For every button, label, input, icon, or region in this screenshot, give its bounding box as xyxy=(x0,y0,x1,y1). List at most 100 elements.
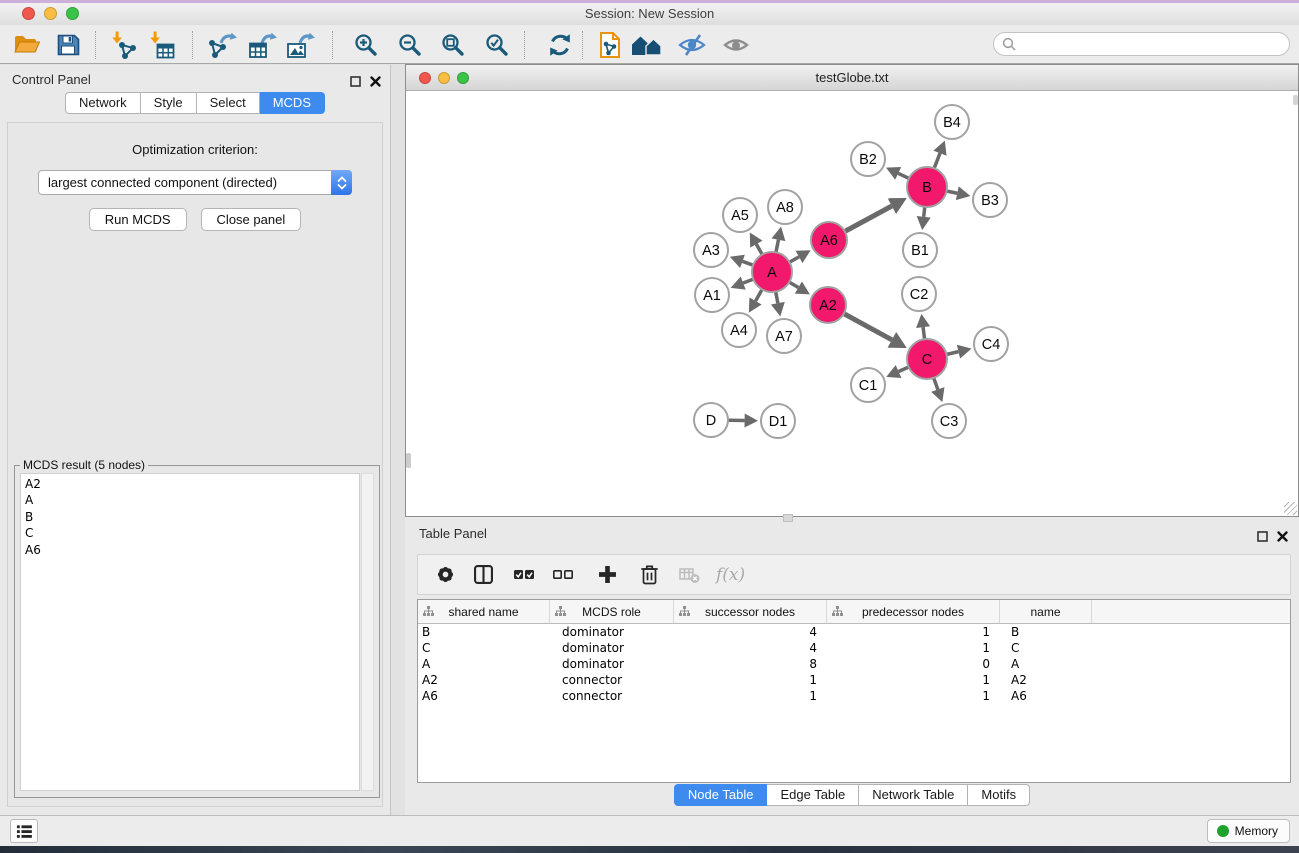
window-title: Session: New Session xyxy=(0,3,1299,25)
graph-node-C3[interactable]: C3 xyxy=(932,404,966,438)
import-network-icon[interactable] xyxy=(106,29,140,61)
tab-node-table[interactable]: Node Table xyxy=(674,784,768,806)
column-header-name[interactable]: name xyxy=(1000,600,1092,623)
zoom-in-icon[interactable] xyxy=(349,29,383,61)
run-mcds-button[interactable]: Run MCDS xyxy=(89,208,187,231)
graph-node-B[interactable]: B xyxy=(907,167,947,207)
optimization-criterion-dropdown[interactable]: largest connected component (directed) xyxy=(38,170,352,195)
import-table-icon[interactable] xyxy=(144,29,178,61)
graph-node-A[interactable]: A xyxy=(752,252,792,292)
tab-network[interactable]: Network xyxy=(65,92,141,114)
eye-icon[interactable] xyxy=(719,29,753,61)
table-cell: 8 xyxy=(674,656,827,672)
task-history-button[interactable] xyxy=(10,819,38,843)
frame-close-button[interactable] xyxy=(419,72,431,84)
float-table-panel-icon[interactable] xyxy=(1257,529,1268,547)
frame-resize-grip[interactable] xyxy=(1284,502,1297,515)
float-panel-icon[interactable] xyxy=(350,74,361,92)
table-row[interactable]: Bdominator41B xyxy=(418,624,1290,640)
memory-button[interactable]: Memory xyxy=(1207,819,1290,843)
deselect-all-icon[interactable] xyxy=(551,567,575,582)
table-row[interactable]: Cdominator41C xyxy=(418,640,1290,656)
optimization-criterion-label: Optimization criterion: xyxy=(8,142,382,157)
hide-eye-icon[interactable] xyxy=(675,29,709,61)
mcds-result-item[interactable]: A6 xyxy=(21,542,359,558)
graph-node-B1[interactable]: B1 xyxy=(903,233,937,267)
maximize-window-button[interactable] xyxy=(66,7,79,20)
vertical-scroll-thumb-right[interactable] xyxy=(1293,95,1298,105)
table-settings-gear-icon[interactable] xyxy=(433,565,457,584)
delete-trash-icon[interactable] xyxy=(637,564,661,585)
close-table-panel-icon[interactable] xyxy=(1277,529,1288,547)
zoom-selected-icon[interactable] xyxy=(480,29,514,61)
tab-style[interactable]: Style xyxy=(141,92,197,114)
table-row[interactable]: Adominator80A xyxy=(418,656,1290,672)
mcds-result-list[interactable]: A2ABCA6 xyxy=(20,473,360,791)
mcds-result-item[interactable]: C xyxy=(21,525,359,541)
table-cell: 1 xyxy=(827,688,1000,704)
control-panel-tabs: NetworkStyleSelectMCDS xyxy=(0,92,390,114)
column-header-shared-name[interactable]: shared name xyxy=(418,600,550,623)
graph-node-A1[interactable]: A1 xyxy=(695,278,729,312)
graph-node-A7[interactable]: A7 xyxy=(767,319,801,353)
graph-node-C2[interactable]: C2 xyxy=(902,277,936,311)
column-header-MCDS-role[interactable]: MCDS role xyxy=(550,600,674,623)
tab-motifs[interactable]: Motifs xyxy=(968,784,1030,806)
graph-node-D1[interactable]: D1 xyxy=(761,404,795,438)
vertical-scroll-thumb[interactable] xyxy=(406,453,411,468)
export-network-icon[interactable] xyxy=(206,29,240,61)
home-icon[interactable] xyxy=(630,29,664,61)
close-panel-icon[interactable] xyxy=(370,74,381,92)
graph-node-A3[interactable]: A3 xyxy=(694,233,728,267)
graph-node-B3[interactable]: B3 xyxy=(973,183,1007,217)
table-cell: 4 xyxy=(674,624,827,640)
mcds-result-scrollbar[interactable] xyxy=(361,473,374,791)
add-column-icon[interactable] xyxy=(595,565,619,584)
graph-node-C4[interactable]: C4 xyxy=(974,327,1008,361)
tab-network-table[interactable]: Network Table xyxy=(859,784,968,806)
frame-minimize-button[interactable] xyxy=(438,72,450,84)
tab-select[interactable]: Select xyxy=(197,92,260,114)
graph-node-C1[interactable]: C1 xyxy=(851,368,885,402)
graph-node-A5[interactable]: A5 xyxy=(723,198,757,232)
graph-node-B4[interactable]: B4 xyxy=(935,105,969,139)
table-cell: C xyxy=(1000,640,1092,656)
column-header-predecessor-nodes[interactable]: predecessor nodes xyxy=(827,600,1000,623)
frame-maximize-button[interactable] xyxy=(457,72,469,84)
table-cell: A6 xyxy=(1000,688,1092,704)
tab-mcds[interactable]: MCDS xyxy=(260,92,325,114)
zoom-fit-icon[interactable] xyxy=(436,29,470,61)
control-panel-title: Control Panel xyxy=(0,65,390,94)
select-all-icon[interactable] xyxy=(512,567,536,582)
mcds-result-item[interactable]: A2 xyxy=(21,476,359,492)
minimize-window-button[interactable] xyxy=(44,7,57,20)
table-row[interactable]: A2connector11A2 xyxy=(418,672,1290,688)
export-table-icon[interactable] xyxy=(246,29,280,61)
mcds-result-item[interactable]: A xyxy=(21,492,359,508)
graph-node-A6[interactable]: A6 xyxy=(811,222,847,258)
network-frame-titlebar[interactable]: testGlobe.txt xyxy=(406,65,1298,91)
table-row[interactable]: A6connector11A6 xyxy=(418,688,1290,704)
graph-node-D[interactable]: D xyxy=(694,403,728,437)
open-session-icon[interactable] xyxy=(10,29,44,61)
svg-text:B1: B1 xyxy=(911,243,929,259)
graph-node-B2[interactable]: B2 xyxy=(851,142,885,176)
graph-node-C[interactable]: C xyxy=(907,339,947,379)
column-header-successor-nodes[interactable]: successor nodes xyxy=(674,600,827,623)
graph-node-A2[interactable]: A2 xyxy=(810,287,846,323)
zoom-out-icon[interactable] xyxy=(393,29,427,61)
network-graph[interactable]: B4 B2 B B3 A8 A5 A6 A3 B1 A C2 A1 A2 A4 A7 C4 C C1 D C3 D1 xyxy=(406,91,1297,516)
graph-node-A4[interactable]: A4 xyxy=(722,313,756,347)
mcds-result-item[interactable]: B xyxy=(21,509,359,525)
refresh-layout-icon[interactable] xyxy=(543,29,577,61)
tab-edge-table[interactable]: Edge Table xyxy=(767,784,859,806)
svg-text:A1: A1 xyxy=(703,288,721,304)
close-panel-button[interactable]: Close panel xyxy=(201,208,302,231)
save-session-icon[interactable] xyxy=(51,29,85,61)
show-columns-icon[interactable] xyxy=(471,565,495,584)
search-input[interactable] xyxy=(993,32,1290,56)
clone-network-icon[interactable] xyxy=(593,29,627,61)
export-image-icon[interactable] xyxy=(284,29,318,61)
graph-node-A8[interactable]: A8 xyxy=(768,190,802,224)
close-window-button[interactable] xyxy=(22,7,35,20)
